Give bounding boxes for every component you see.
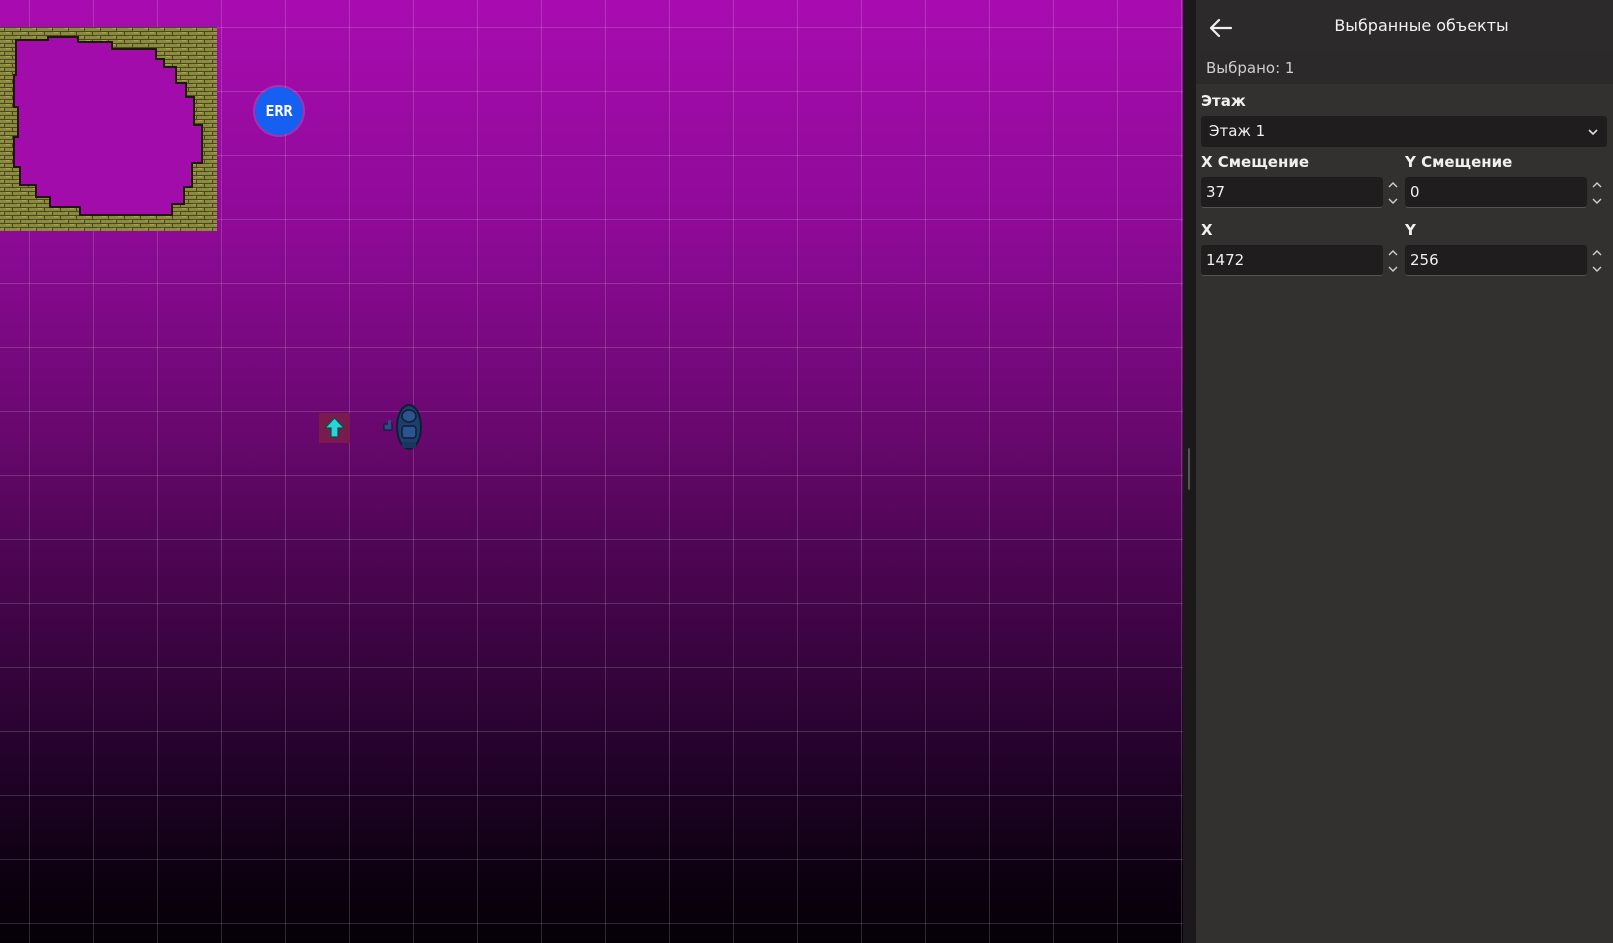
back-button[interactable] xyxy=(1204,12,1236,44)
y-spinner[interactable] xyxy=(1591,247,1603,275)
y-label: Y xyxy=(1405,221,1416,239)
x-value: 1472 xyxy=(1206,251,1245,269)
x-offset-spinner[interactable] xyxy=(1387,179,1399,207)
panel-header: Выбранные объекты xyxy=(1196,0,1613,53)
error-marker-object[interactable]: ERR xyxy=(255,87,303,135)
spawn-arrow-object[interactable] xyxy=(319,413,350,443)
spin-up-icon xyxy=(1592,182,1602,188)
arrow-up-icon xyxy=(323,417,346,438)
x-label: X xyxy=(1201,221,1213,239)
spin-down-icon xyxy=(1592,266,1602,272)
error-marker-label: ERR xyxy=(265,102,293,120)
y-offset-spinner[interactable] xyxy=(1591,179,1603,207)
spin-up-icon xyxy=(1388,182,1398,188)
floor-label: Этаж xyxy=(1201,92,1246,110)
arrow-left-icon xyxy=(1209,18,1233,38)
y-offset-input[interactable]: 0 xyxy=(1405,177,1587,208)
y-offset-label: Y Смещение xyxy=(1405,153,1513,171)
chevron-down-icon xyxy=(1588,129,1598,136)
y-input[interactable]: 256 xyxy=(1405,245,1587,276)
brick-room-object[interactable] xyxy=(0,27,217,231)
panel-title: Выбранные объекты xyxy=(1334,16,1509,35)
spin-down-icon xyxy=(1592,198,1602,204)
spin-down-icon xyxy=(1388,198,1398,204)
spin-up-icon xyxy=(1592,250,1602,256)
y-offset-value: 0 xyxy=(1410,183,1420,201)
character-sprite-object[interactable] xyxy=(382,402,426,452)
spin-up-icon xyxy=(1388,250,1398,256)
level-editor: ERR Выбранные объекты Выбрано: 1 Этаж Эт… xyxy=(0,0,1613,943)
x-input[interactable]: 1472 xyxy=(1201,245,1383,276)
selected-count: Выбрано: 1 xyxy=(1196,53,1613,84)
floor-select[interactable]: Этаж 1 xyxy=(1201,116,1607,147)
splitter-handle[interactable] xyxy=(1188,448,1190,490)
x-spinner[interactable] xyxy=(1387,247,1399,275)
y-value: 256 xyxy=(1410,251,1439,269)
x-offset-label: X Смещение xyxy=(1201,153,1310,171)
floor-select-value: Этаж 1 xyxy=(1209,122,1266,140)
x-offset-input[interactable]: 37 xyxy=(1201,177,1383,208)
editor-canvas[interactable]: ERR xyxy=(0,0,1183,943)
panel-splitter[interactable] xyxy=(1183,0,1196,943)
properties-panel: Выбранные объекты Выбрано: 1 Этаж Этаж 1… xyxy=(1196,0,1613,943)
x-offset-value: 37 xyxy=(1206,183,1226,201)
spin-down-icon xyxy=(1388,266,1398,272)
